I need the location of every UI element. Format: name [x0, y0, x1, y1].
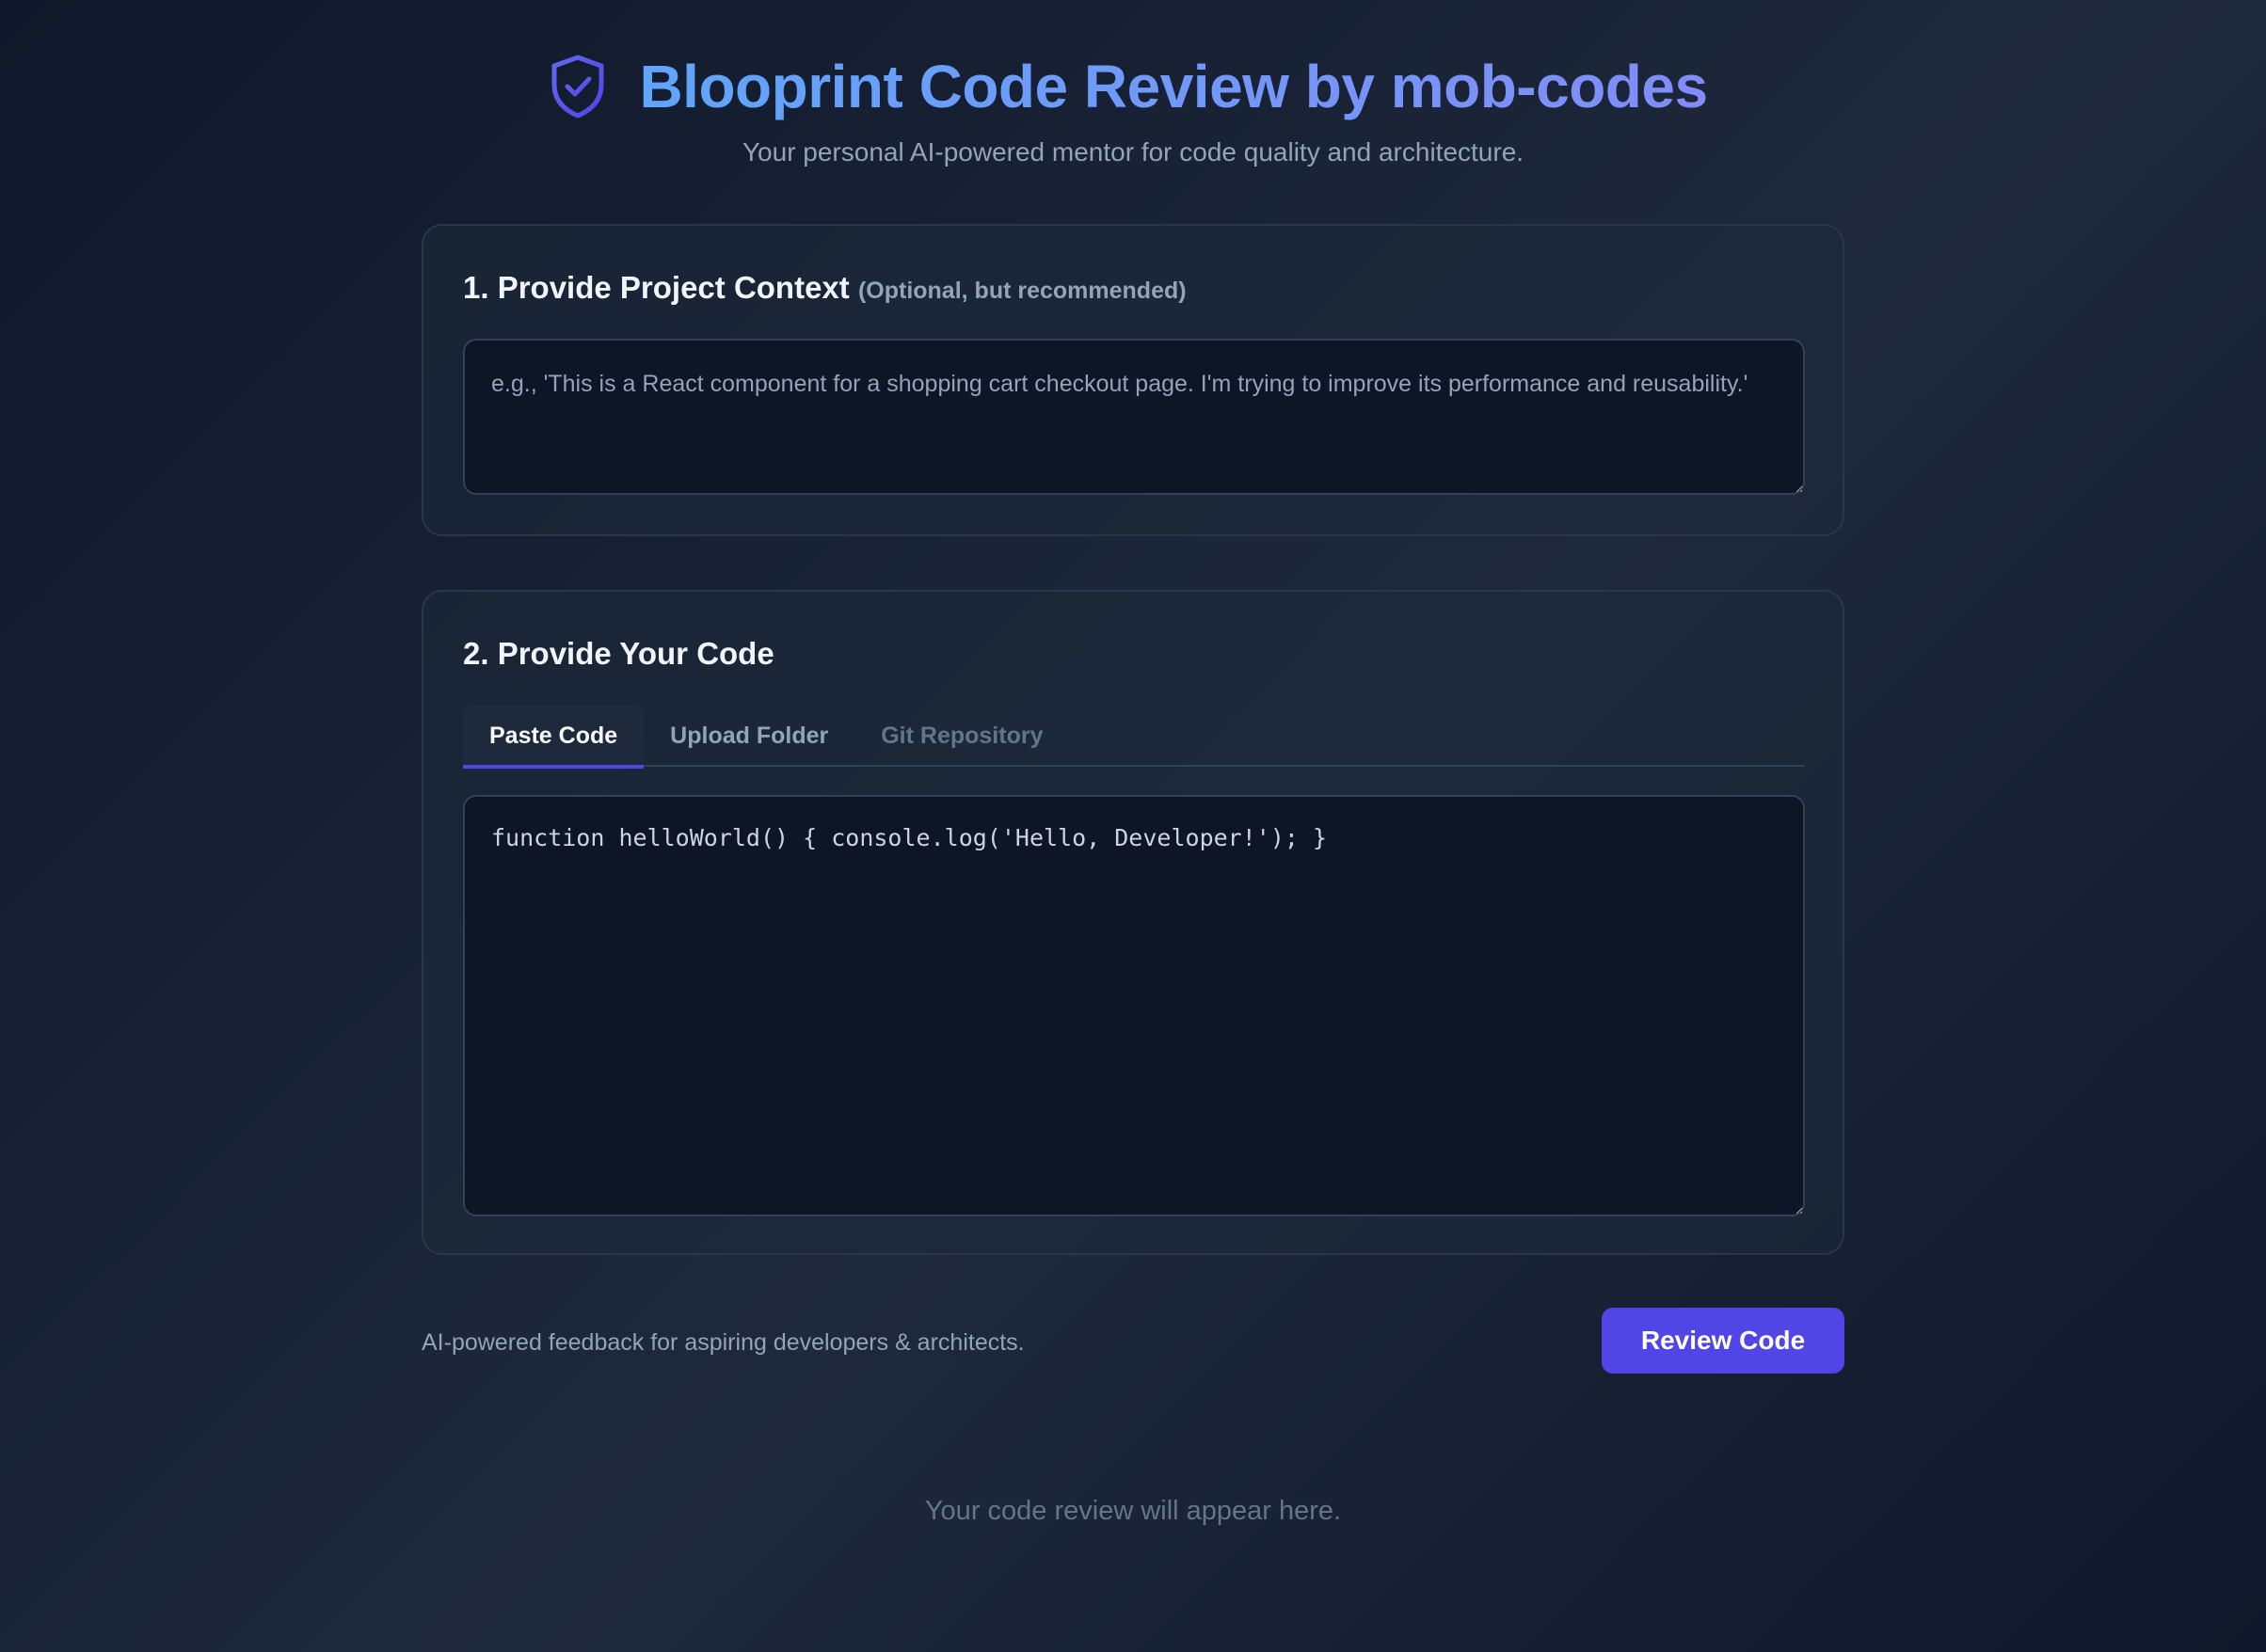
- page-subtitle: Your personal AI-powered mentor for code…: [742, 137, 1524, 167]
- tab-upload-folder[interactable]: Upload Folder: [644, 705, 854, 767]
- app-header: Blooprint Code Review by mob-codes Your …: [422, 0, 1844, 169]
- code-source-tabs: Paste Code Upload Folder Git Repository: [463, 705, 1805, 769]
- code-input-heading: 2. Provide Your Code: [463, 636, 774, 671]
- project-context-heading-note: (Optional, but recommended): [857, 278, 1187, 304]
- project-context-card: 1. Provide Project Context (Optional, bu…: [422, 224, 1844, 536]
- project-context-heading-text: 1. Provide Project Context: [463, 270, 850, 305]
- action-row: AI-powered feedback for aspiring develop…: [422, 1308, 1844, 1375]
- page-title: Blooprint Code Review by mob-codes: [639, 49, 1708, 124]
- footer-note: AI-powered feedback for aspiring develop…: [422, 1329, 1025, 1356]
- tab-git-repository[interactable]: Git Repository: [854, 705, 1069, 767]
- review-result-placeholder: Your code review will appear here.: [924, 1496, 1342, 1526]
- review-code-button[interactable]: Review Code: [1602, 1308, 1844, 1374]
- title-row: Blooprint Code Review by mob-codes: [412, 49, 1844, 124]
- tab-paste-code[interactable]: Paste Code: [463, 705, 645, 769]
- code-input[interactable]: [463, 795, 1805, 1216]
- project-context-heading: 1. Provide Project Context (Optional, bu…: [463, 269, 1187, 310]
- project-context-input[interactable]: [463, 339, 1805, 495]
- shield-check-icon: [549, 54, 607, 119]
- code-input-card: 2. Provide Your Code Paste Code Upload F…: [422, 590, 1844, 1255]
- app-page: Blooprint Code Review by mob-codes Your …: [422, 0, 1844, 1526]
